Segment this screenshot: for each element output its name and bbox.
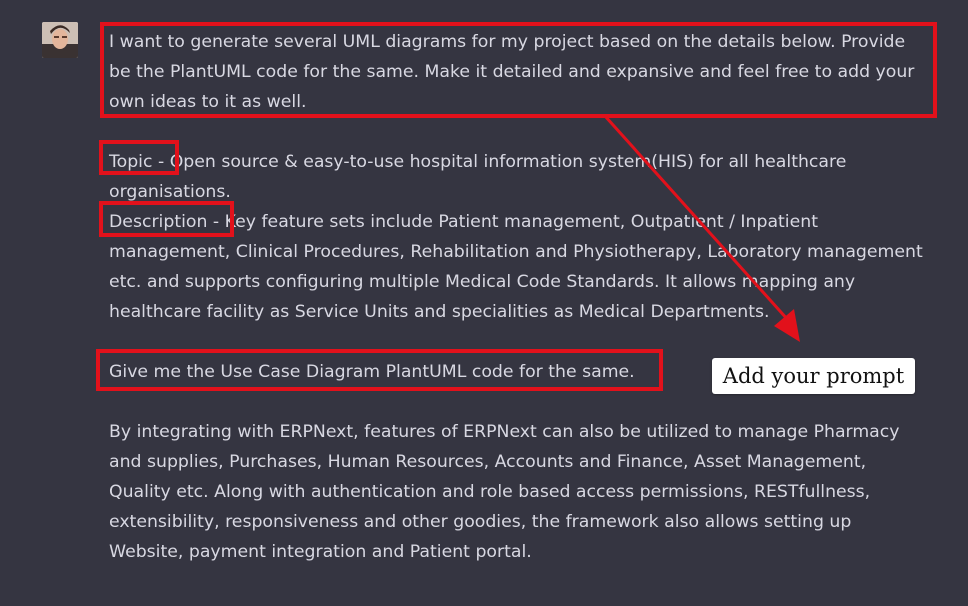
highlight-box-intro <box>100 22 937 118</box>
extra-paragraph: By integrating with ERPNext, features of… <box>109 422 900 562</box>
details-paragraph: Topic - Open source & easy-to-use hospit… <box>109 147 931 327</box>
add-prompt-callout: Add your prompt <box>712 358 915 394</box>
highlight-box-ask <box>96 349 663 391</box>
topic-text: Open source & easy-to-use hospital infor… <box>109 152 847 202</box>
highlight-box-description <box>99 201 234 237</box>
user-avatar-icon <box>42 22 78 58</box>
highlight-box-topic <box>99 140 179 175</box>
